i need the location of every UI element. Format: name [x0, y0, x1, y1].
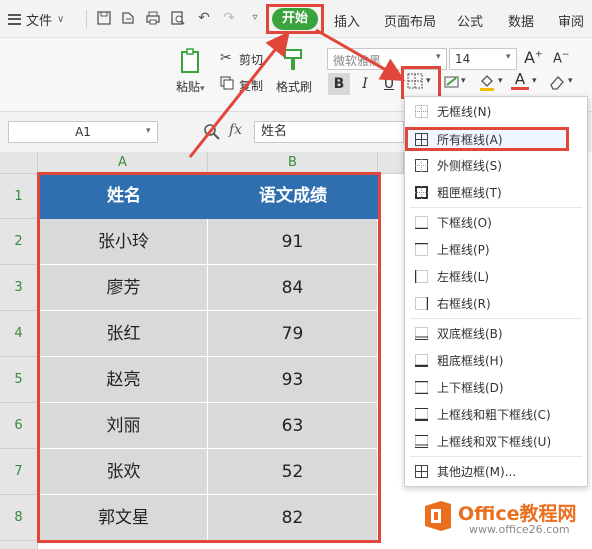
menu-item-left-border[interactable]: 左框线(L)	[405, 263, 587, 290]
menu-item-thick-box-border[interactable]: 粗匣框线(T)	[405, 179, 587, 206]
menu-item-label: 所有框线(A)	[437, 133, 503, 147]
all-borders-icon	[415, 133, 428, 146]
menu-item-thick-bottom-border[interactable]: 粗底框线(H)	[405, 347, 587, 374]
menu-item-all-borders[interactable]: 所有框线(A)	[405, 126, 587, 153]
menu-item-label: 上框线和双下框线(U)	[437, 435, 552, 449]
thick-bottom-border-icon	[415, 354, 428, 368]
menu-item-label: 无框线(N)	[437, 105, 492, 119]
menu-item-no-border[interactable]: 无框线(N)	[405, 98, 587, 125]
menu-item-label: 上框线(P)	[437, 243, 490, 257]
menu-item-label: 上下框线(D)	[437, 381, 504, 395]
more-borders-icon	[415, 465, 428, 478]
double-bottom-border-icon	[415, 327, 428, 340]
menu-item-right-border[interactable]: 右框线(R)	[405, 290, 587, 317]
menu-item-top-thick-bottom-border[interactable]: 上框线和粗下框线(C)	[405, 401, 587, 428]
menu-item-label: 粗匣框线(T)	[437, 186, 502, 200]
menu-item-label: 右框线(R)	[437, 297, 491, 311]
menu-item-label: 粗底框线(H)	[437, 354, 504, 368]
menu-item-label: 外侧框线(S)	[437, 159, 502, 173]
menu-item-label: 下框线(O)	[437, 216, 492, 230]
menu-item-double-bottom-border[interactable]: 双底框线(B)	[405, 320, 587, 347]
menu-item-top-double-bottom-border[interactable]: 上框线和双下框线(U)	[405, 428, 587, 455]
right-border-icon	[415, 297, 429, 310]
no-border-icon	[415, 105, 428, 118]
menu-divider	[410, 456, 582, 457]
menu-item-bottom-border[interactable]: 下框线(O)	[405, 209, 587, 236]
top-thick-bottom-border-icon	[415, 408, 428, 422]
office-logo	[423, 500, 453, 532]
menu-divider	[410, 318, 582, 319]
watermark-url: www.office26.com	[469, 523, 570, 536]
top-bottom-border-icon	[415, 380, 428, 395]
menu-item-outside-borders[interactable]: 外侧框线(S)	[405, 152, 587, 179]
menu-item-top-bottom-border[interactable]: 上下框线(D)	[405, 374, 587, 401]
menu-item-label: 其他边框(M)...	[437, 465, 517, 479]
menu-divider	[410, 207, 582, 208]
menu-item-label: 左框线(L)	[437, 270, 490, 284]
top-double-bottom-border-icon	[415, 435, 428, 448]
menu-item-top-border[interactable]: 上框线(P)	[405, 236, 587, 263]
left-border-icon	[414, 270, 428, 283]
top-border-icon	[415, 242, 428, 256]
arrow-to-start-tab	[188, 31, 290, 158]
menu-item-label: 双底框线(B)	[437, 327, 503, 341]
outside-borders-icon	[415, 159, 428, 172]
bottom-border-icon	[415, 216, 428, 230]
menu-item-label: 上框线和粗下框线(C)	[437, 408, 551, 422]
arrow-to-border-button	[315, 28, 406, 81]
thick-box-border-icon	[415, 186, 428, 199]
menu-item-more-borders[interactable]: 其他边框(M)...	[405, 458, 587, 485]
watermark-brand: Office教程网	[458, 503, 577, 525]
